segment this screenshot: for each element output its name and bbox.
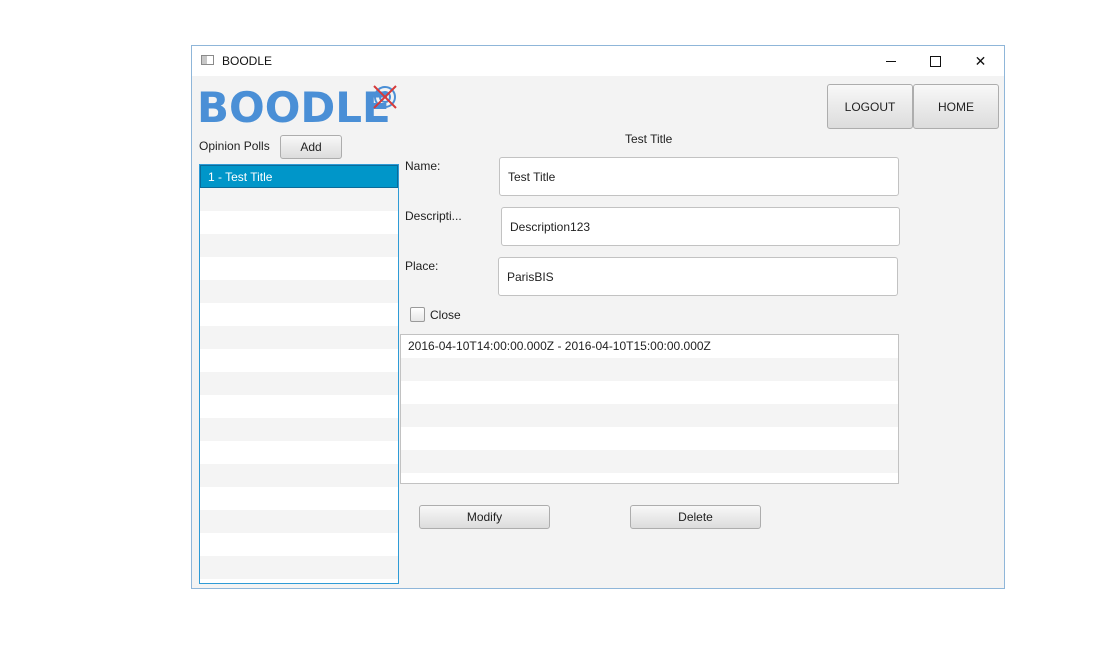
list-item-empty [401, 473, 898, 483]
list-item[interactable]: 1 - Test Title [200, 165, 398, 188]
description-label: Descripti... [405, 209, 462, 223]
list-item-empty [200, 533, 398, 556]
list-item-empty [200, 257, 398, 280]
list-item-empty [200, 280, 398, 303]
place-label: Place: [405, 259, 439, 273]
crossed-target-icon [373, 85, 397, 109]
home-button[interactable]: HOME [913, 84, 999, 129]
close-checkbox[interactable] [410, 307, 425, 322]
list-item-empty [200, 487, 398, 510]
close-icon: ✕ [974, 52, 987, 69]
window-title: BOODLE [222, 54, 273, 68]
minimize-icon [885, 60, 896, 62]
title-bar[interactable]: BOODLE ✕ [192, 46, 1004, 76]
list-item-empty [200, 418, 398, 441]
poll-list[interactable]: 1 - Test Title [199, 164, 399, 584]
list-item-empty [200, 441, 398, 464]
add-poll-button[interactable]: Add [280, 135, 342, 159]
place-field[interactable]: ParisBIS [498, 257, 898, 296]
poll-title-heading: Test Title [625, 132, 673, 146]
maximize-icon [930, 55, 941, 67]
list-item-empty [200, 303, 398, 326]
list-item-empty [401, 358, 898, 381]
list-item-empty [401, 427, 898, 450]
app-logo: BOODLE [197, 83, 391, 132]
list-item[interactable]: 2016-04-10T14:00:00.000Z - 2016-04-10T15… [401, 335, 898, 358]
list-item-empty [200, 188, 398, 211]
list-item-empty [200, 234, 398, 257]
date-slot-list[interactable]: 2016-04-10T14:00:00.000Z - 2016-04-10T15… [400, 334, 899, 484]
app-window: BOODLE ✕ BOODLE LOGOUT HOME Opinion Poll… [191, 45, 1005, 589]
list-item-empty [401, 450, 898, 473]
list-item-empty [200, 326, 398, 349]
close-checkbox-label[interactable]: Close [430, 308, 461, 322]
window-icon [201, 55, 214, 65]
list-item-empty [200, 510, 398, 533]
list-item-empty [200, 556, 398, 579]
list-item-empty [200, 395, 398, 418]
list-item-empty [401, 381, 898, 404]
list-item-empty [401, 404, 898, 427]
name-label: Name: [405, 159, 441, 173]
close-window-button[interactable]: ✕ [958, 46, 1003, 76]
modify-button[interactable]: Modify [419, 505, 550, 529]
maximize-button[interactable] [913, 46, 958, 76]
opinion-polls-label: Opinion Polls [199, 139, 270, 153]
minimize-button[interactable] [868, 46, 913, 76]
list-item-empty [200, 211, 398, 234]
name-field[interactable]: Test Title [499, 157, 899, 196]
list-item-empty [200, 372, 398, 395]
logout-button[interactable]: LOGOUT [827, 84, 913, 129]
delete-button[interactable]: Delete [630, 505, 761, 529]
description-field[interactable]: Description123 [501, 207, 900, 246]
list-item-empty [200, 464, 398, 487]
list-item-empty [200, 349, 398, 372]
